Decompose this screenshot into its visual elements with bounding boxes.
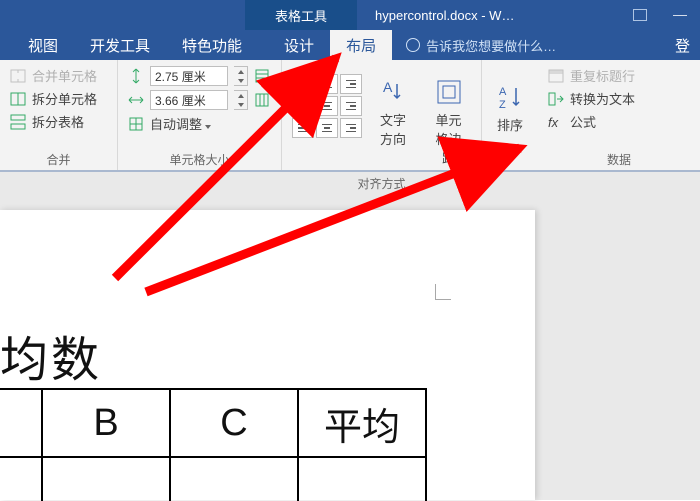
minimize-icon[interactable] bbox=[660, 0, 700, 30]
group-cellsize: 2.75 厘米 3.66 厘米 自动调整 单元格大小 bbox=[118, 60, 282, 170]
document-title: hypercontrol.docx - W… bbox=[357, 0, 532, 30]
tab-design[interactable]: 设计 bbox=[268, 30, 330, 60]
table-cell[interactable] bbox=[170, 457, 298, 501]
split-cells-label: 拆分单元格 bbox=[32, 89, 97, 108]
doc-heading: 均数 bbox=[0, 320, 102, 390]
formula-icon: fx bbox=[548, 114, 564, 130]
table-cell[interactable]: C bbox=[170, 389, 298, 457]
group-sort: AZ 排序 bbox=[482, 60, 538, 170]
split-table-label: 拆分表格 bbox=[32, 112, 84, 131]
tab-developer[interactable]: 开发工具 bbox=[74, 30, 166, 60]
repeat-header-label: 重复标题行 bbox=[570, 66, 635, 85]
group-cellsize-label: 单元格大小 bbox=[128, 147, 271, 168]
page-corner-mark bbox=[435, 280, 455, 300]
table-cell[interactable] bbox=[0, 457, 42, 501]
svg-text:fx: fx bbox=[548, 115, 559, 130]
split-table-button[interactable]: 拆分表格 bbox=[10, 112, 107, 131]
merge-cells-icon bbox=[10, 68, 26, 84]
cell-margins-button[interactable]: 单元格边距 bbox=[426, 74, 471, 171]
split-table-icon bbox=[10, 114, 26, 130]
group-data-label: 数据 bbox=[548, 147, 690, 168]
merge-cells-label: 合并单元格 bbox=[32, 66, 97, 85]
group-data: 重复标题行 转换为文本 fx 公式 数据 bbox=[538, 60, 700, 170]
distribute-cols-icon[interactable] bbox=[254, 92, 270, 108]
row-height-input[interactable]: 2.75 厘米 bbox=[150, 66, 228, 86]
convert-text-icon bbox=[548, 91, 564, 107]
col-width-input[interactable]: 3.66 厘米 bbox=[150, 90, 228, 110]
col-width-icon bbox=[128, 92, 144, 108]
convert-text-label: 转换为文本 bbox=[570, 89, 635, 108]
table-cell[interactable]: B bbox=[42, 389, 170, 457]
sort-icon: AZ bbox=[496, 83, 524, 111]
table-cell[interactable]: 平均 bbox=[298, 389, 426, 457]
bulb-icon bbox=[406, 38, 420, 52]
svg-text:A: A bbox=[383, 79, 393, 95]
tell-me-search[interactable]: 告诉我您想要做什么… bbox=[392, 30, 556, 60]
repeat-header-icon bbox=[548, 68, 564, 84]
title-bar: 表格工具 hypercontrol.docx - W… bbox=[0, 0, 700, 30]
account-link[interactable]: 登 bbox=[665, 30, 700, 60]
col-width-control[interactable]: 3.66 厘米 bbox=[128, 90, 271, 110]
context-tab-tabletools: 表格工具 bbox=[245, 0, 357, 30]
table-cell[interactable] bbox=[0, 389, 42, 457]
cell-margins-icon bbox=[435, 78, 463, 106]
formula-button[interactable]: fx 公式 bbox=[548, 112, 690, 131]
row-height-spinner[interactable] bbox=[234, 66, 248, 86]
doc-table[interactable]: B C 平均 bbox=[0, 388, 427, 501]
sort-label: 排序 bbox=[497, 115, 523, 134]
text-direction-icon: A bbox=[380, 78, 408, 106]
col-width-spinner[interactable] bbox=[234, 90, 248, 110]
text-direction-button[interactable]: A 文字方向 bbox=[374, 74, 414, 152]
text-direction-label: 文字方向 bbox=[380, 110, 408, 148]
row-height-icon bbox=[128, 68, 144, 84]
repeat-header-button[interactable]: 重复标题行 bbox=[548, 66, 690, 85]
cell-margins-label: 单元格边距 bbox=[432, 110, 465, 167]
ribbon: 合并单元格 拆分单元格 拆分表格 合并 2.75 厘米 3.66 厘 bbox=[0, 60, 700, 172]
tab-layout[interactable]: 布局 bbox=[330, 30, 392, 60]
table-cell[interactable] bbox=[298, 457, 426, 501]
autofit-icon bbox=[128, 116, 144, 132]
table-row[interactable] bbox=[0, 457, 426, 501]
tab-feature[interactable]: 特色功能 bbox=[166, 30, 258, 60]
tell-me-placeholder: 告诉我您想要做什么… bbox=[426, 36, 556, 55]
autofit-button[interactable]: 自动调整 bbox=[128, 114, 271, 133]
group-merge: 合并单元格 拆分单元格 拆分表格 合并 bbox=[0, 60, 118, 170]
table-cell[interactable] bbox=[42, 457, 170, 501]
distribute-rows-icon[interactable] bbox=[254, 68, 270, 84]
split-cells-icon bbox=[10, 91, 26, 107]
ribbon-display-icon[interactable] bbox=[620, 0, 660, 30]
autofit-label: 自动调整 bbox=[150, 114, 211, 133]
split-cells-button[interactable]: 拆分单元格 bbox=[10, 89, 107, 108]
group-merge-label: 合并 bbox=[10, 147, 107, 168]
convert-text-button[interactable]: 转换为文本 bbox=[548, 89, 690, 108]
alignment-grid[interactable] bbox=[292, 74, 362, 138]
svg-text:A: A bbox=[499, 86, 507, 98]
group-alignment: A 文字方向 单元格边距 对齐方式 bbox=[282, 60, 482, 170]
tab-view[interactable]: 视图 bbox=[12, 30, 74, 60]
sort-button[interactable]: AZ 排序 bbox=[490, 79, 530, 138]
formula-label: 公式 bbox=[570, 112, 596, 131]
svg-text:Z: Z bbox=[499, 99, 506, 111]
merge-cells-button[interactable]: 合并单元格 bbox=[10, 66, 107, 85]
group-alignment-label: 对齐方式 bbox=[292, 171, 471, 192]
table-row[interactable]: B C 平均 bbox=[0, 389, 426, 457]
row-height-control[interactable]: 2.75 厘米 bbox=[128, 66, 271, 86]
ribbon-tabs: 视图 开发工具 特色功能 设计 布局 告诉我您想要做什么… 登 bbox=[0, 30, 700, 60]
